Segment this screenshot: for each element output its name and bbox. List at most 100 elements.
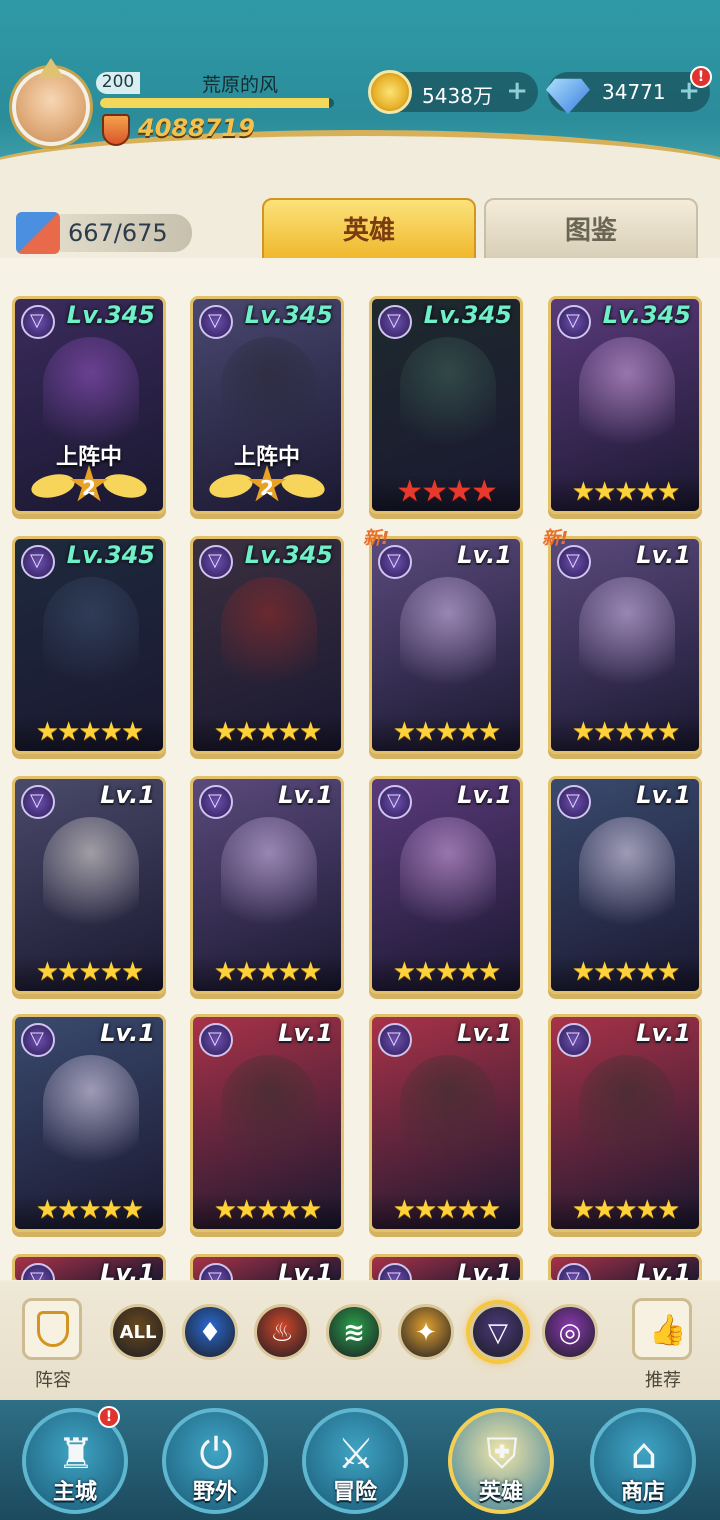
star-icon: ★ (298, 957, 322, 987)
star-rating: ★★★★★ (15, 715, 163, 751)
rank-wing-icon (207, 470, 255, 502)
dark-faction-icon (199, 1023, 233, 1057)
filter-wind-button[interactable]: ≋ (326, 1304, 382, 1360)
nav-sword[interactable]: ⚔ 冒险 (302, 1408, 408, 1514)
hero-level: Lv.1 (457, 1019, 512, 1047)
hero-card[interactable]: Lv.345 ★★★★★ (190, 536, 344, 754)
hero-card[interactable]: Lv.1 (369, 1254, 523, 1280)
hero-card[interactable]: Lv.1★★★★★ (369, 776, 523, 994)
hero-card[interactable]: Lv.1 (12, 1254, 166, 1280)
hero-card[interactable]: Lv.345★★★★★ (548, 296, 702, 514)
hero-card[interactable]: Lv.1★★★★★ (548, 536, 702, 754)
filter-light-button[interactable]: ✦ (398, 1304, 454, 1360)
hero-level: Lv.1 (636, 1019, 691, 1047)
hero-level: Lv.1 (457, 1259, 512, 1280)
hero-portrait (579, 337, 675, 457)
star-icon: ★ (78, 717, 101, 747)
exp-bar-fill (100, 98, 330, 108)
lineup-button[interactable] (22, 1298, 82, 1360)
filter-water-button[interactable]: ♦ (182, 1304, 238, 1360)
star-icon: ★ (213, 957, 237, 987)
star-icon: ★ (571, 477, 595, 507)
star-icon: ★ (456, 1195, 480, 1225)
nav-shop[interactable]: ⌂ 商店 (590, 1408, 696, 1514)
player-name: 荒原的风 (201, 74, 278, 96)
gem-counter: 34771 + (546, 72, 710, 114)
star-icon: ★ (256, 1195, 279, 1225)
star-icon: ★ (120, 957, 144, 987)
hero-portrait (43, 1055, 139, 1175)
star-icon: ★ (277, 717, 301, 747)
hero-card[interactable]: Lv.1 (548, 1254, 702, 1280)
filter-all-button[interactable]: ALL (110, 1304, 166, 1360)
dark-faction-icon (21, 785, 55, 819)
nav-label: 英雄 (478, 1480, 523, 1505)
hero-card[interactable]: Lv.1★★★★★ (190, 1014, 344, 1232)
star-icon: ★ (99, 957, 123, 987)
star-icon: ★ (120, 717, 144, 747)
hero-card[interactable]: Lv.1★★★★★ (548, 1014, 702, 1232)
dark-faction-icon (378, 1263, 412, 1280)
star-icon: ★ (78, 1195, 101, 1225)
rank-wing-icon (29, 470, 77, 502)
dark-faction-icon (21, 1023, 55, 1057)
star-rating: ★★★★★ (15, 1193, 163, 1229)
hero-card[interactable]: Lv.345★★★★★ (12, 536, 166, 754)
lineup-label: 阵容 (35, 1370, 71, 1391)
hero-card[interactable]: Lv.345★★★★ (369, 296, 523, 514)
star-icon: ★ (277, 957, 301, 987)
star-rating: ★★★★★ (372, 955, 520, 991)
tab-codex[interactable]: 图鉴 (484, 198, 698, 260)
recommend-button[interactable]: 👍 (632, 1298, 692, 1360)
hero-card[interactable]: Lv.1★★★★★ (12, 1014, 166, 1232)
star-icon: ★ (593, 477, 616, 507)
hero-portrait (400, 817, 496, 937)
hero-card[interactable]: Lv.1★★★★★ (369, 536, 523, 754)
dark-faction-icon (557, 1263, 591, 1280)
star-icon: ★ (235, 717, 258, 747)
hero-card[interactable]: Lv.1★★★★★ (369, 1014, 523, 1232)
hero-card[interactable]: Lv.345上阵中2 (190, 296, 344, 514)
hero-card[interactable]: Lv.1★★★★★ (12, 776, 166, 994)
bottom-navigation: ♜ 主城! ⏻ 野外 ⚔ 冒险 ⛨ 英雄 ⌂ 商店 (0, 1400, 720, 1520)
star-icon: ★ (396, 474, 423, 509)
add-gold-button[interactable]: + (506, 76, 528, 106)
hero-level: Lv.345 (66, 541, 155, 569)
hero-level: Lv.345 (244, 541, 333, 569)
star-icon: ★ (614, 957, 637, 987)
nav-portal[interactable]: ⏻ 野外 (162, 1408, 268, 1514)
power-value: 4088719 (138, 114, 255, 142)
hero-level: Lv.345 (602, 301, 691, 329)
nav-helmet[interactable]: ⛨ 英雄 (448, 1408, 554, 1514)
hero-card[interactable]: Lv.1 (190, 1254, 344, 1280)
power-icon (102, 114, 130, 146)
star-icon: ★ (477, 957, 501, 987)
star-rating: ★★★★★ (193, 1193, 341, 1229)
dark-faction-icon (557, 305, 591, 339)
filter-fire-button[interactable]: ♨ (254, 1304, 310, 1360)
new-hero-tag: 新! (363, 528, 390, 549)
star-icon: ★ (35, 1195, 59, 1225)
hero-portrait (579, 1055, 675, 1175)
hero-card[interactable]: Lv.1★★★★★ (190, 776, 344, 994)
star-icon: ★ (298, 717, 322, 747)
star-rating: ★★★★★ (193, 715, 341, 751)
dark-faction-icon (199, 305, 233, 339)
star-icon: ★ (435, 717, 458, 747)
filter-arcane-button[interactable]: ◎ (542, 1304, 598, 1360)
hero-card[interactable]: Lv.1★★★★★ (548, 776, 702, 994)
tab-heroes[interactable]: 英雄 (262, 198, 476, 260)
star-icon: ★ (656, 717, 680, 747)
hero-portrait (579, 577, 675, 697)
star-icon: ★ (256, 957, 279, 987)
hero-portrait (400, 1055, 496, 1175)
player-avatar[interactable] (12, 68, 90, 146)
filter-dark-button[interactable]: ▽ (470, 1304, 526, 1360)
hero-portrait (43, 817, 139, 937)
star-icon: ★ (421, 474, 448, 509)
star-icon: ★ (456, 957, 480, 987)
hero-card[interactable]: Lv.345上阵中2 (12, 296, 166, 514)
star-icon: ★ (571, 957, 595, 987)
thumbs-up-icon: 👍 (649, 1313, 687, 1348)
nav-label: 商店 (620, 1480, 665, 1505)
